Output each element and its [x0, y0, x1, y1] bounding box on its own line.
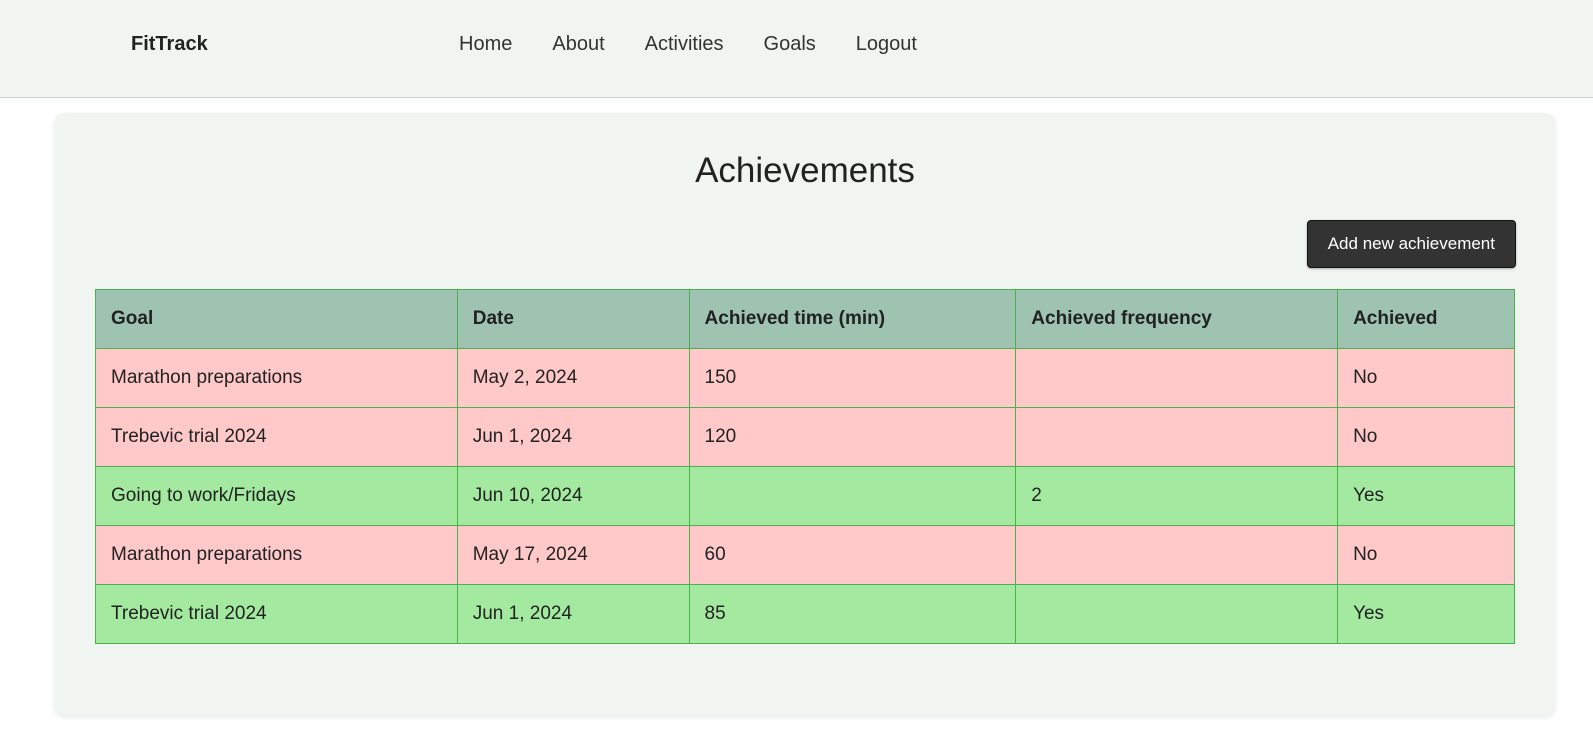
cell-goal: Marathon preparations — [95, 348, 458, 408]
cell-achieved: No — [1337, 348, 1515, 408]
cell-date: May 2, 2024 — [456, 348, 690, 408]
nav-link-about[interactable]: About — [552, 33, 604, 56]
table-row: Marathon preparations May 17, 2024 60 No — [95, 525, 1515, 585]
cell-frequency: 2 — [1015, 466, 1339, 526]
cell-goal: Trebevic trial 2024 — [95, 584, 458, 644]
cell-time: 85 — [688, 584, 1017, 644]
cell-frequency — [1015, 407, 1339, 467]
cell-goal: Trebevic trial 2024 — [95, 407, 458, 467]
header-achieved: Achieved — [1337, 289, 1515, 349]
cell-time: 150 — [688, 348, 1017, 408]
table-row: Trebevic trial 2024 Jun 1, 2024 85 Yes — [95, 584, 1515, 644]
cell-frequency — [1015, 525, 1339, 585]
cell-date: Jun 1, 2024 — [456, 407, 690, 467]
nav-link-logout[interactable]: Logout — [856, 33, 917, 56]
nav-links: Home About Activities Goals Logout — [459, 33, 957, 56]
cell-goal: Marathon preparations — [95, 525, 458, 585]
achievements-card: Achievements Add new achievement Goal Da… — [55, 113, 1555, 715]
table-row: Going to work/Fridays Jun 10, 2024 2 Yes — [95, 466, 1515, 526]
nav-link-home[interactable]: Home — [459, 33, 512, 56]
cell-date: Jun 10, 2024 — [456, 466, 690, 526]
page-title: Achievements — [695, 151, 915, 190]
brand-logo[interactable]: FitTrack — [131, 33, 208, 56]
achievements-table: Goal Date Achieved time (min) Achieved f… — [95, 289, 1515, 644]
cell-frequency — [1015, 348, 1339, 408]
table-row: Trebevic trial 2024 Jun 1, 2024 120 No — [95, 407, 1515, 467]
nav-link-goals[interactable]: Goals — [764, 33, 816, 56]
header-goal: Goal — [95, 289, 458, 349]
table-row: Marathon preparations May 2, 2024 150 No — [95, 348, 1515, 408]
navbar: FitTrack Home About Activities Goals Log… — [0, 0, 1593, 98]
cell-frequency — [1015, 584, 1339, 644]
cell-time — [688, 466, 1017, 526]
cell-achieved: No — [1337, 525, 1515, 585]
cell-goal: Going to work/Fridays — [95, 466, 458, 526]
nav-link-activities[interactable]: Activities — [645, 33, 724, 56]
cell-date: May 17, 2024 — [456, 525, 690, 585]
cell-achieved: Yes — [1337, 584, 1515, 644]
add-achievement-button[interactable]: Add new achievement — [1306, 220, 1516, 268]
table-header-row: Goal Date Achieved time (min) Achieved f… — [95, 289, 1515, 349]
header-achieved-time: Achieved time (min) — [688, 289, 1017, 349]
header-achieved-frequency: Achieved frequency — [1015, 289, 1339, 349]
cell-time: 60 — [688, 525, 1017, 585]
header-date: Date — [456, 289, 690, 349]
cell-achieved: Yes — [1337, 466, 1515, 526]
cell-date: Jun 1, 2024 — [456, 584, 690, 644]
cell-time: 120 — [688, 407, 1017, 467]
cell-achieved: No — [1337, 407, 1515, 467]
